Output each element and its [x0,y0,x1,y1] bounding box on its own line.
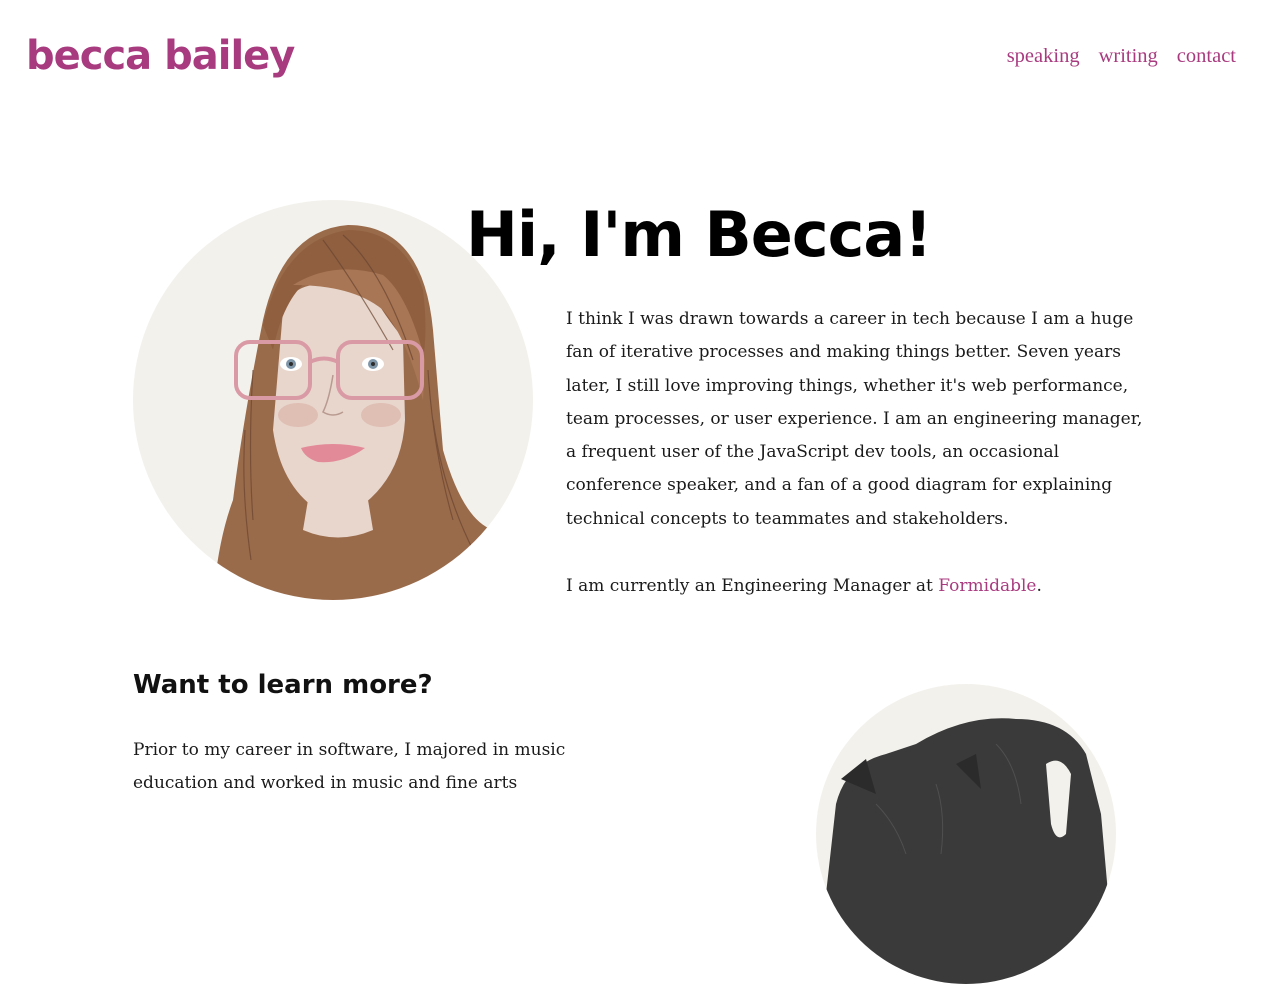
page-title: Hi, I'm Becca! [466,198,932,271]
learn-more-heading: Want to learn more? [133,670,433,700]
current-role-suffix: . [1036,576,1042,596]
nav-writing-link[interactable]: writing [1099,42,1158,70]
current-role-prefix: I am currently an Engineering Manager at [566,576,939,596]
nav-contact-link[interactable]: contact [1177,42,1236,70]
learn-more-paragraph: Prior to my career in software, I majore… [133,740,566,793]
main-nav: speaking writing contact [1007,42,1236,70]
current-role-text: I am currently an Engineering Manager at… [566,570,1042,603]
formidable-link[interactable]: Formidable [938,576,1036,596]
site-logo-link[interactable]: becca bailey [26,30,295,82]
cat-illustration [816,684,1116,984]
nav-speaking-link[interactable]: speaking [1007,42,1080,70]
intro-paragraph: I think I was drawn towards a career in … [566,309,1143,529]
